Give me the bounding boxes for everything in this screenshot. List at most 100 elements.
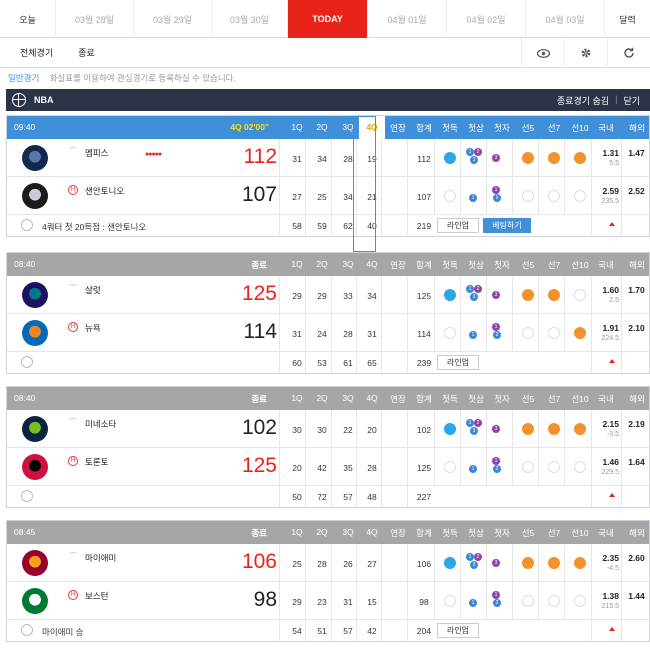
quarter-bubble: 3 (492, 425, 500, 433)
date-tab-today[interactable]: TODAY (288, 0, 368, 38)
favorite-arrow-icon[interactable]: ⌒ (69, 551, 77, 562)
hide-finished-button[interactable]: 종료경기 숨김 (557, 94, 609, 107)
team-name[interactable]: 멤피스 (85, 147, 108, 159)
team-name[interactable]: 토론토 (85, 456, 108, 468)
column-divider (512, 582, 513, 619)
basketball-icon (21, 356, 33, 368)
column-divider (460, 139, 461, 176)
column-divider (407, 448, 408, 485)
team-row: ⌒ 미네소타 102 30 30 22 20 102 1 2 3 3 2.15 -3.5 2.19 (7, 410, 649, 448)
column-header: 해외 (629, 528, 645, 538)
column-divider (591, 410, 592, 447)
quarter-total: 239 (416, 358, 432, 368)
column-header: 1Q (291, 259, 303, 269)
favorite-arrow-icon[interactable]: ⌒ (69, 146, 77, 157)
column-divider (434, 582, 435, 619)
quarter-bubble: 3 (470, 156, 478, 164)
basketball-icon (21, 490, 33, 502)
column-divider (434, 544, 435, 581)
column-header: 선7 (547, 394, 561, 404)
filter-finished[interactable]: 종료 (78, 46, 95, 59)
domestic-odds: 1.60 (602, 285, 619, 295)
team-name[interactable]: 마이애미 (85, 552, 116, 564)
column-divider (512, 314, 513, 351)
column-divider (305, 582, 306, 619)
team-name[interactable]: 샬럿 (85, 284, 101, 296)
bet-button[interactable]: 베팅하기 (483, 218, 531, 233)
quarter-bubble: 1 (492, 323, 500, 331)
team-logo-toronto (22, 454, 48, 480)
column-divider (331, 486, 332, 507)
lineup-button[interactable]: 라인업 (437, 355, 479, 370)
date-tab-0329[interactable]: 03월 29일 (134, 0, 212, 38)
column-divider (356, 582, 357, 619)
lineup-button[interactable]: 라인업 (437, 623, 479, 638)
foreign-odds: 2.19 (628, 419, 645, 429)
notice-tag[interactable]: 일반경기 (8, 73, 39, 83)
column-header: 국내 (598, 260, 614, 270)
team-name[interactable]: 미네소타 (85, 418, 116, 430)
column-divider (486, 276, 487, 313)
column-divider (381, 620, 382, 641)
game-block: 08:40 종료 1Q 2Q 3Q 4Q 연장 합계 첫득 첫삼 첫자 선5 선7 선10 국내 해외 ⌒ 미네소… (6, 386, 650, 508)
column-header: 첫삼 (468, 394, 484, 404)
column-divider (591, 544, 592, 581)
date-tab-today-label[interactable]: 오늘 (0, 0, 56, 38)
expand-arrow-icon[interactable] (609, 493, 615, 497)
refresh-icon[interactable] (607, 38, 650, 68)
column-header: 4Q (366, 527, 378, 537)
expand-arrow-icon[interactable] (609, 359, 615, 363)
filter-all-games[interactable]: 전체경기 (20, 46, 53, 59)
league-name: NBA (34, 95, 54, 105)
column-divider (564, 314, 565, 351)
column-divider (591, 486, 592, 507)
date-tab-0402[interactable]: 04월 02일 (447, 0, 526, 38)
quarter-bubble: 1 (492, 457, 500, 465)
date-tab-0403[interactable]: 04월 03일 (526, 0, 605, 38)
eye-icon[interactable] (521, 38, 564, 68)
expand-arrow-icon[interactable] (609, 222, 615, 226)
domestic-odds: 1.91 (602, 323, 619, 333)
column-divider (407, 139, 408, 176)
quarter-score: 31 (292, 329, 302, 339)
expand-arrow-icon[interactable] (609, 627, 615, 631)
column-header: 선5 (521, 394, 535, 404)
column-divider (621, 177, 622, 214)
column-divider (538, 448, 539, 485)
quarter-bubble: 3 (470, 427, 478, 435)
quarter-bubble: 1 (469, 194, 477, 202)
column-divider (434, 177, 435, 214)
date-tab-0328[interactable]: 03월 28일 (56, 0, 134, 38)
basketball-icon (12, 93, 26, 107)
column-divider (407, 544, 408, 581)
team-name[interactable]: 보스턴 (85, 590, 108, 602)
column-header: 선7 (547, 528, 561, 538)
column-divider (279, 486, 280, 507)
column-divider (279, 620, 280, 641)
column-divider (381, 314, 382, 351)
race-s10-indicator (574, 152, 586, 164)
date-tab-0401[interactable]: 04월 01일 (368, 0, 447, 38)
team-name[interactable]: 뉴욕 (85, 322, 101, 334)
column-divider (591, 314, 592, 351)
column-header: 4Q (359, 116, 385, 139)
quarter-bubble: 1 (466, 148, 474, 156)
column-divider (407, 410, 408, 447)
team-row: H 보스턴 98 29 23 31 15 98 1 1 2 1.38 215.5 1.44 (7, 582, 649, 620)
column-divider (279, 314, 280, 351)
favorite-arrow-icon[interactable]: ⌒ (69, 283, 77, 294)
close-league-button[interactable]: 닫기 (623, 94, 640, 107)
lineup-button[interactable]: 라인업 (437, 218, 479, 233)
calendar-button[interactable]: 달력 (605, 0, 650, 38)
column-divider (621, 314, 622, 351)
quarter-bubble: 1 (466, 285, 474, 293)
team-name[interactable]: 샌안토니오 (85, 185, 124, 197)
column-divider (305, 276, 306, 313)
game-header: 08:45 종료 1Q 2Q 3Q 4Q 연장 합계 첫득 첫삼 첫자 선5 선7 선10 국내 해외 (7, 521, 649, 544)
gear-icon[interactable] (564, 38, 607, 68)
quarter-bubble: 1 (492, 591, 500, 599)
favorite-arrow-icon[interactable]: ⌒ (69, 417, 77, 428)
date-tab-0330[interactable]: 03월 30일 (212, 0, 288, 38)
domestic-handicap: 229.5 (601, 469, 619, 476)
column-divider (279, 177, 280, 214)
